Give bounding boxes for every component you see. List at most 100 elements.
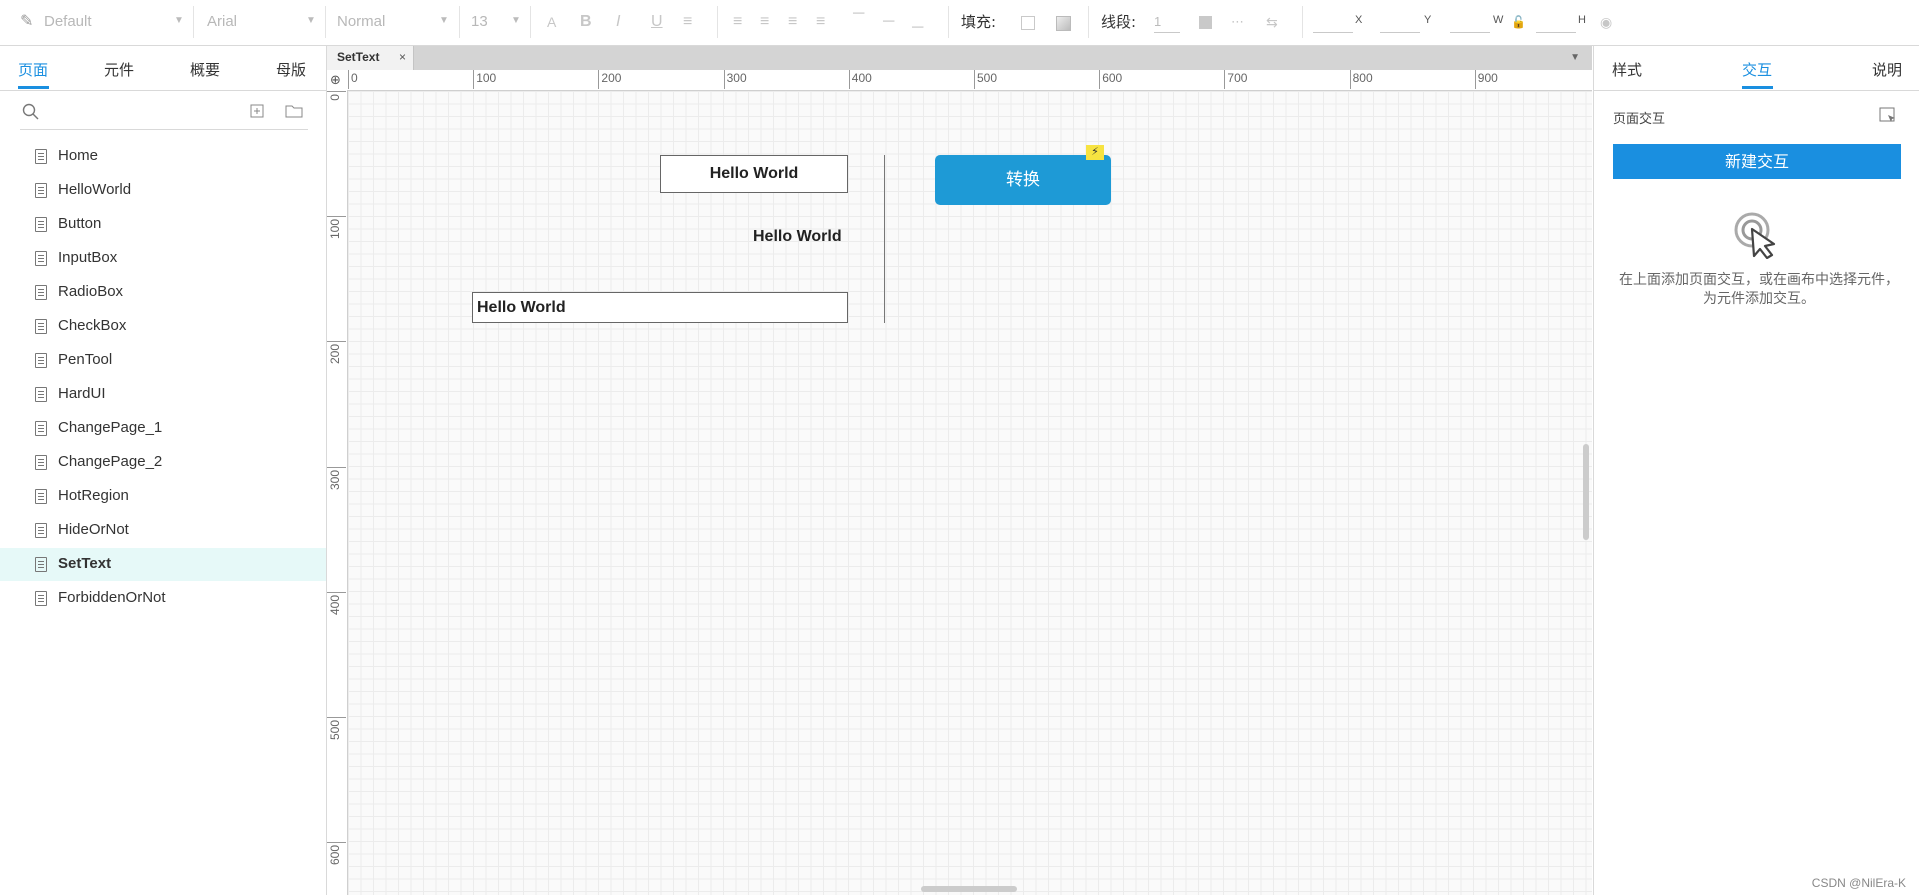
fill-color-swatch[interactable] xyxy=(1021,16,1035,30)
page-item[interactable]: HardUI xyxy=(0,378,326,411)
hello-box-centered[interactable]: Hello World xyxy=(660,155,848,193)
y-input[interactable] xyxy=(1380,12,1420,33)
font-color-icon[interactable]: A xyxy=(547,10,556,34)
page-item-label: ChangePage_1 xyxy=(58,419,163,436)
tab-masters[interactable]: 母版 xyxy=(276,59,306,80)
page-item[interactable]: SetText xyxy=(0,548,326,581)
align-left-icon[interactable]: ≡ xyxy=(733,10,742,34)
line-style-icon[interactable]: ⋯ xyxy=(1231,10,1244,34)
page-item[interactable]: ForbiddenOrNot xyxy=(0,582,326,615)
w-input[interactable] xyxy=(1450,12,1490,33)
ruler-tick xyxy=(327,341,346,343)
chevron-down-icon[interactable]: ▼ xyxy=(306,15,316,26)
separator xyxy=(948,6,949,38)
ruler-tick xyxy=(723,70,725,89)
page-item-label: PenTool xyxy=(58,351,113,368)
h-input[interactable] xyxy=(1536,12,1576,33)
document-tab[interactable]: SetText × xyxy=(327,46,414,70)
underline-icon[interactable]: U xyxy=(651,10,663,34)
tab-pages[interactable]: 页面 xyxy=(18,59,48,80)
ruler-tick-label: 200 xyxy=(328,344,342,365)
ruler-tick xyxy=(598,70,600,89)
hello-label[interactable]: Hello World xyxy=(753,228,842,246)
page-icon xyxy=(35,319,47,334)
ruler-tick-label: 100 xyxy=(328,219,342,240)
ruler-tick-label: 0 xyxy=(328,94,342,101)
style-select[interactable]: Default xyxy=(44,10,92,34)
font-size-select[interactable]: 13 xyxy=(471,10,488,34)
chevron-down-icon[interactable]: ▼ xyxy=(439,15,449,26)
bold-icon[interactable]: B xyxy=(580,10,592,34)
add-page-icon[interactable] xyxy=(250,104,264,118)
page-item[interactable]: PenTool xyxy=(0,344,326,377)
page-item[interactable]: CheckBox xyxy=(0,310,326,343)
italic-icon[interactable]: I xyxy=(616,10,620,34)
tab-interactions[interactable]: 交互 xyxy=(1742,59,1772,80)
page-item[interactable]: Button xyxy=(0,208,326,241)
tab-widgets[interactable]: 元件 xyxy=(104,59,134,80)
lock-aspect-icon[interactable]: 🔓 xyxy=(1511,10,1526,34)
tab-outline[interactable]: 概要 xyxy=(190,59,220,80)
ruler-tick-label: 700 xyxy=(1227,71,1248,85)
page-item[interactable]: ChangePage_2 xyxy=(0,446,326,479)
chevron-down-icon[interactable]: ▼ xyxy=(174,15,184,26)
align-justify-icon[interactable]: ≡ xyxy=(816,10,825,34)
search-icon[interactable] xyxy=(22,103,40,121)
design-canvas[interactable] xyxy=(348,91,1592,895)
separator xyxy=(20,129,308,130)
page-item[interactable]: HotRegion xyxy=(0,480,326,513)
close-icon[interactable]: × xyxy=(399,50,406,64)
chevron-down-icon[interactable]: ▼ xyxy=(511,15,521,26)
ruler-tick xyxy=(1349,70,1351,89)
valign-bottom-icon[interactable]: ─ xyxy=(912,16,923,40)
ruler-tick-label: 500 xyxy=(977,71,998,85)
bullet-list-icon[interactable]: ≡ xyxy=(683,10,692,34)
page-item[interactable]: Home xyxy=(0,140,326,173)
tab-style[interactable]: 样式 xyxy=(1612,59,1642,80)
add-folder-icon[interactable] xyxy=(285,104,303,118)
vertical-scrollbar[interactable] xyxy=(1583,444,1589,540)
crosshair-icon[interactable]: ⊕ xyxy=(330,72,341,88)
page-item-label: HelloWorld xyxy=(58,181,132,198)
tab-list-dropdown-icon[interactable]: ▼ xyxy=(1570,52,1580,63)
h-label: H xyxy=(1578,14,1586,26)
valign-top-icon[interactable]: ─ xyxy=(853,2,864,26)
align-center-icon[interactable]: ≡ xyxy=(760,10,769,34)
vertical-divider-line[interactable] xyxy=(884,155,885,323)
new-interaction-button[interactable]: 新建交互 xyxy=(1613,144,1901,179)
page-icon xyxy=(35,149,47,164)
fill-label: 填充: xyxy=(961,13,997,31)
page-item-label: Button xyxy=(58,215,102,232)
page-item[interactable]: InputBox xyxy=(0,242,326,275)
hello-box-left-aligned[interactable]: Hello World xyxy=(472,292,848,323)
interaction-lightning-icon[interactable]: ⚡ xyxy=(1086,145,1104,160)
ruler-tick-label: 200 xyxy=(601,71,622,85)
visibility-eye-icon[interactable]: ◉ xyxy=(1600,10,1612,34)
page-item[interactable]: RadioBox xyxy=(0,276,326,309)
horizontal-scrollbar[interactable] xyxy=(921,886,1017,892)
style-edit-icon[interactable]: ✎ xyxy=(20,10,33,34)
page-icon xyxy=(35,353,47,368)
valign-middle-icon[interactable]: ─ xyxy=(883,10,894,34)
font-select[interactable]: Arial xyxy=(207,10,237,34)
page-item-label: ForbiddenOrNot xyxy=(58,589,166,606)
select-element-icon[interactable] xyxy=(1879,107,1897,125)
shadow-icon[interactable] xyxy=(1056,16,1071,31)
ruler-tick xyxy=(348,70,349,89)
tab-notes[interactable]: 说明 xyxy=(1872,59,1902,80)
ruler-tick xyxy=(327,466,346,468)
page-item[interactable]: HideOrNot xyxy=(0,514,326,547)
align-right-icon[interactable]: ≡ xyxy=(788,10,797,34)
ruler-tick-label: 0 xyxy=(351,71,358,85)
line-label: 线段: xyxy=(1101,13,1137,31)
font-weight-select[interactable]: Normal xyxy=(337,10,385,34)
ruler-tick xyxy=(327,591,346,593)
arrow-style-icon[interactable]: ⇆ xyxy=(1266,10,1278,34)
x-input[interactable] xyxy=(1313,12,1353,33)
ruler-tick-label: 300 xyxy=(328,469,342,490)
page-item[interactable]: ChangePage_1 xyxy=(0,412,326,445)
page-item[interactable]: HelloWorld xyxy=(0,174,326,207)
line-width-input[interactable]: 1 xyxy=(1154,12,1180,33)
line-color-swatch[interactable] xyxy=(1199,16,1212,29)
convert-button[interactable]: 转换 xyxy=(935,155,1111,205)
